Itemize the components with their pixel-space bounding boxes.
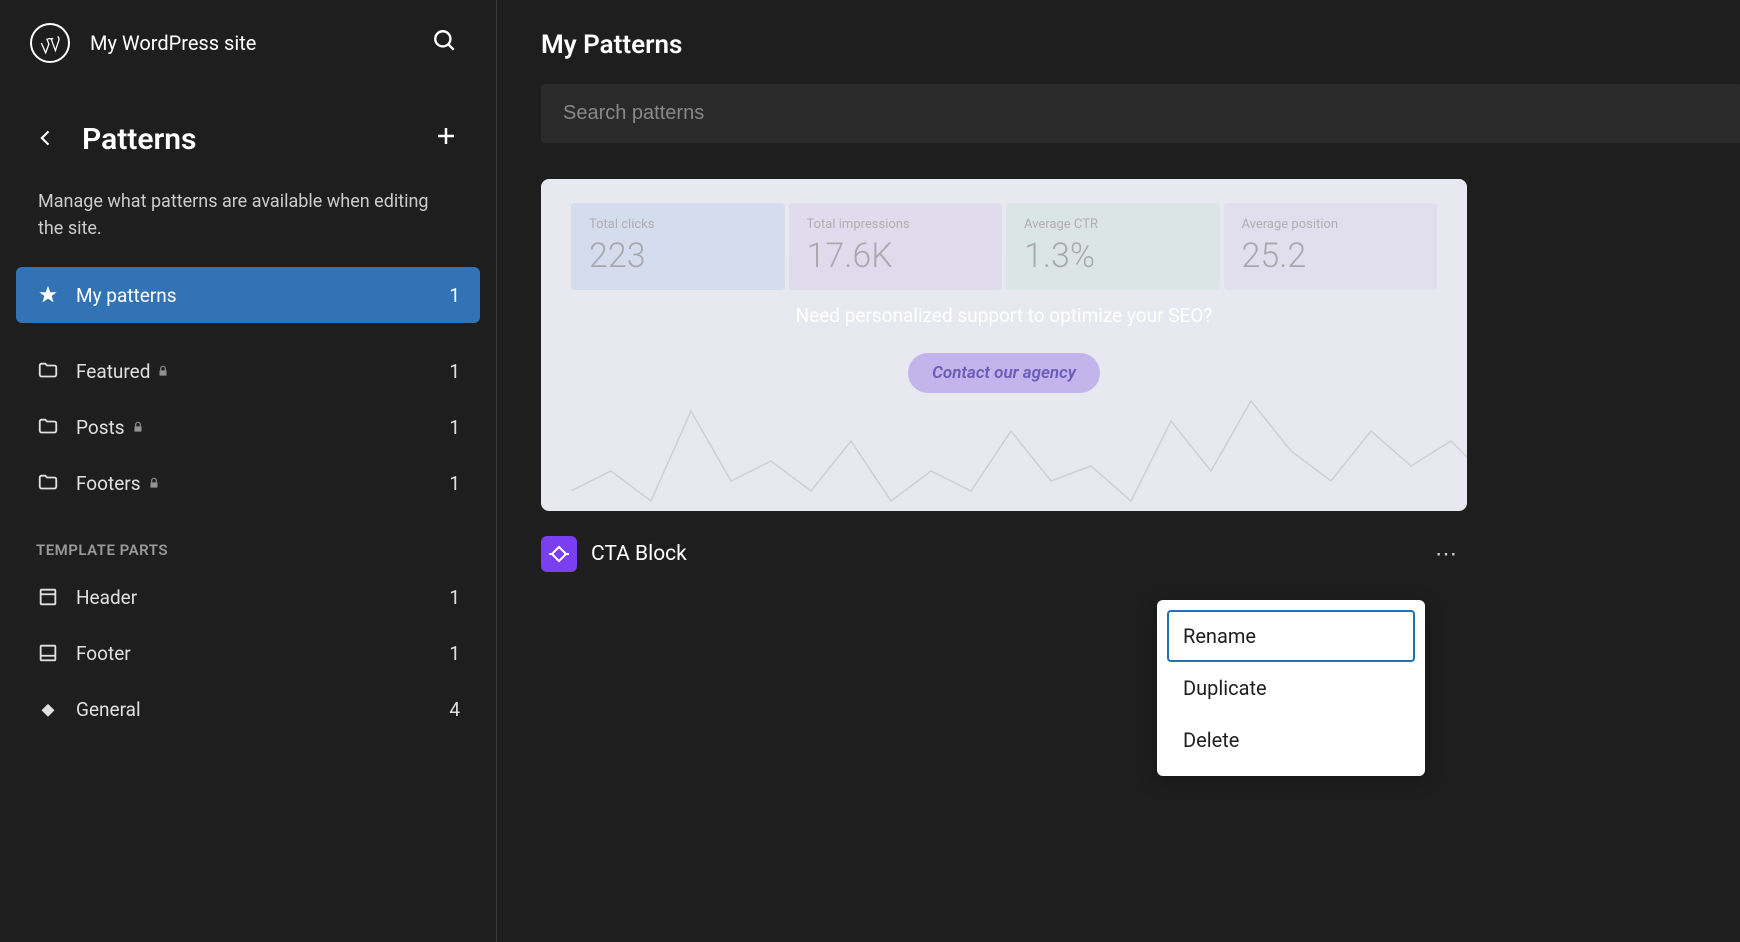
- pattern-name[interactable]: CTA Block: [591, 542, 1413, 566]
- template-part-label: Footer: [76, 642, 433, 665]
- site-title[interactable]: My WordPress site: [90, 31, 404, 55]
- star-icon: [36, 283, 60, 307]
- sidebar-header: My WordPress site: [0, 0, 496, 85]
- category-count: 1: [449, 416, 460, 439]
- add-pattern-button[interactable]: [426, 115, 466, 163]
- stat-average-ctr: Average CTR 1.3%: [1006, 203, 1220, 290]
- footer-icon: [36, 641, 60, 665]
- pattern-meta-row: CTA Block ⋯: [541, 533, 1467, 575]
- template-part-general[interactable]: General 4: [16, 681, 480, 737]
- preview-chart-graphic: [571, 371, 1467, 511]
- stat-average-position: Average position 25.2: [1224, 203, 1438, 290]
- category-label: My patterns: [76, 284, 433, 307]
- sidebar: My WordPress site Patterns Manage what p…: [0, 0, 497, 942]
- pattern-preview-card[interactable]: Total clicks 223 Total impressions 17.6K…: [541, 179, 1467, 511]
- template-parts-heading: TEMPLATE PARTS: [0, 511, 496, 569]
- menu-item-delete[interactable]: Delete: [1167, 714, 1415, 766]
- locked-categories-list: Featured 1 Posts 1 Footers 1: [0, 343, 496, 511]
- category-label: Featured: [76, 360, 433, 383]
- folder-icon: [36, 415, 60, 439]
- template-part-count: 1: [449, 642, 460, 665]
- category-footers[interactable]: Footers 1: [16, 455, 480, 511]
- main-content: My Patterns Total clicks 223 Total impre…: [497, 0, 1740, 942]
- folder-icon: [36, 471, 60, 495]
- category-label: Posts: [76, 416, 433, 439]
- lock-icon: [147, 476, 161, 490]
- lock-icon: [156, 364, 170, 378]
- stat-total-clicks: Total clicks 223: [571, 203, 785, 290]
- nav-title: Patterns: [82, 122, 406, 157]
- pattern-more-actions-button[interactable]: ⋯: [1427, 533, 1467, 575]
- stat-total-impressions: Total impressions 17.6K: [789, 203, 1003, 290]
- template-part-header[interactable]: Header 1: [16, 569, 480, 625]
- nav-description: Manage what patterns are available when …: [0, 173, 496, 267]
- template-part-label: Header: [76, 586, 433, 609]
- preview-stats-row: Total clicks 223 Total impressions 17.6K…: [541, 179, 1467, 290]
- template-part-count: 4: [449, 698, 460, 721]
- template-part-label: General: [76, 698, 433, 721]
- menu-item-duplicate[interactable]: Duplicate: [1167, 662, 1415, 714]
- category-posts[interactable]: Posts 1: [16, 399, 480, 455]
- folder-icon: [36, 359, 60, 383]
- template-part-count: 1: [449, 586, 460, 609]
- category-label: Footers: [76, 472, 433, 495]
- page-title: My Patterns: [541, 30, 1740, 60]
- search-patterns-input[interactable]: [541, 84, 1740, 143]
- back-button[interactable]: [30, 122, 62, 157]
- context-menu: Rename Duplicate Delete: [1157, 600, 1425, 776]
- diamond-icon: [36, 697, 60, 721]
- pattern-type-icon: [541, 536, 577, 572]
- header-icon: [36, 585, 60, 609]
- template-parts-list: Header 1 Footer 1 General 4: [0, 569, 496, 737]
- nav-header: Patterns: [0, 85, 496, 173]
- lock-icon: [131, 420, 145, 434]
- category-my-patterns[interactable]: My patterns 1: [16, 267, 480, 323]
- template-part-footer[interactable]: Footer 1: [16, 625, 480, 681]
- cta-text: Need personalized support to optimize yo…: [541, 304, 1467, 327]
- menu-item-rename[interactable]: Rename: [1167, 610, 1415, 662]
- category-count: 1: [449, 360, 460, 383]
- category-count: 1: [449, 284, 460, 307]
- category-count: 1: [449, 472, 460, 495]
- wordpress-logo-icon[interactable]: [30, 23, 70, 63]
- pattern-categories-list: My patterns 1: [0, 267, 496, 323]
- category-featured[interactable]: Featured 1: [16, 343, 480, 399]
- command-search-button[interactable]: [424, 20, 466, 65]
